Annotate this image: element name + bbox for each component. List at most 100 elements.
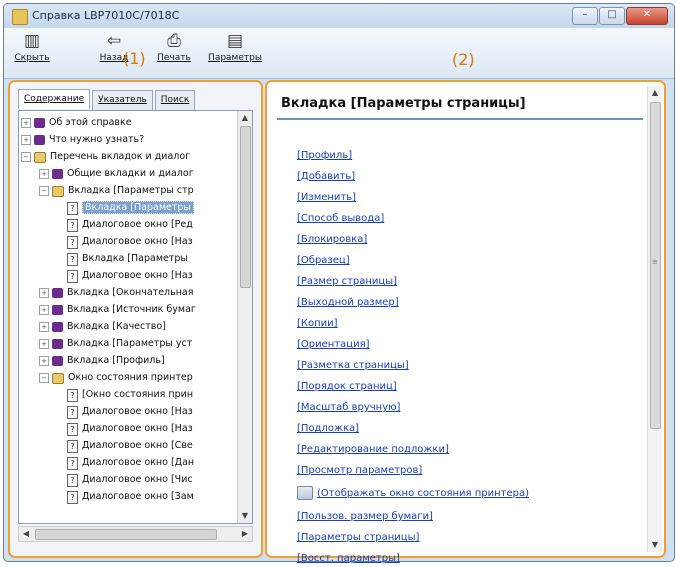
tree-item[interactable]: ? Диалоговое окно [Наз: [67, 421, 193, 437]
tree-item[interactable]: + Вкладка [Окончательная: [39, 285, 193, 301]
scroll-down-icon[interactable]: ▼: [238, 509, 252, 523]
expand-icon[interactable]: +: [39, 305, 49, 315]
scroll-grip-icon: ≡: [652, 258, 658, 266]
help-app-icon: [12, 9, 28, 25]
collapse-icon[interactable]: −: [39, 373, 49, 383]
book-open-icon: [52, 372, 64, 384]
tree-item[interactable]: + Общие вкладки и диалог: [39, 166, 194, 182]
tree-item[interactable]: ? Диалоговое окно [Наз: [67, 268, 193, 284]
scroll-right-icon[interactable]: ▶: [238, 527, 252, 541]
expand-icon[interactable]: +: [39, 288, 49, 298]
topic-link[interactable]: [Копии]: [297, 318, 338, 332]
status-monitor-icon: [297, 486, 313, 500]
hide-button[interactable]: ▥ Скрыть: [14, 32, 50, 63]
tree-item[interactable]: ? [Окно состояния прин: [67, 387, 193, 403]
expand-icon[interactable]: +: [39, 322, 49, 332]
topic-link[interactable]: [Пользов. размер бумаги]: [297, 511, 433, 525]
tree-item[interactable]: ? Диалоговое окно [Све: [67, 438, 193, 454]
topic-link[interactable]: [Добавить]: [297, 171, 355, 185]
topic-link[interactable]: (Отображать окно состояния принтера): [317, 488, 529, 499]
close-button[interactable]: ✕: [626, 7, 668, 25]
collapse-icon[interactable]: −: [39, 186, 49, 196]
tree-item[interactable]: + Вкладка [Качество]: [39, 319, 166, 335]
hide-pane-icon: ▥: [23, 31, 41, 51]
scroll-up-icon[interactable]: ▲: [648, 86, 662, 100]
topic-link[interactable]: [Профиль]: [297, 150, 352, 164]
topic-link[interactable]: [Параметры страницы]: [297, 532, 419, 546]
book-closed-icon: [34, 118, 45, 128]
topic-heading: Вкладка [Параметры страницы]: [277, 92, 643, 120]
tab-search[interactable]: Поиск: [154, 90, 196, 110]
minimize-icon: –: [582, 9, 588, 20]
book-closed-icon: [52, 356, 63, 366]
topic-link[interactable]: [Изменить]: [297, 192, 356, 206]
book-open-icon: [34, 151, 46, 163]
help-page-icon: ?: [67, 235, 78, 249]
expand-icon[interactable]: +: [21, 135, 31, 145]
tree-item[interactable]: ? Диалоговое окно [Ред: [67, 217, 193, 233]
topic-link[interactable]: [Ориентация]: [297, 339, 370, 353]
topic-pane: Вкладка [Параметры страницы] [Профиль] […: [265, 80, 666, 564]
title-bar: Справка LBP7010C/7018C – □ ✕: [4, 4, 674, 28]
tree-item-selected[interactable]: ? Вкладка [Параметры: [67, 200, 194, 216]
options-button[interactable]: ▤ Параметры: [208, 32, 262, 63]
tree-item[interactable]: + Что нужно узнать?: [21, 132, 144, 148]
topic-link[interactable]: [Порядок страниц]: [297, 381, 397, 395]
help-page-icon: ?: [67, 439, 78, 453]
topic-link[interactable]: [Размер страницы]: [297, 276, 397, 290]
scroll-thumb[interactable]: [240, 126, 251, 288]
tab-contents[interactable]: Содержание: [18, 89, 91, 109]
minimize-button[interactable]: –: [572, 7, 598, 25]
topic-link[interactable]: [Выходной размер]: [297, 297, 399, 311]
expand-icon[interactable]: +: [39, 169, 49, 179]
tree-vertical-scrollbar[interactable]: ▲ ▼: [237, 111, 252, 523]
help-page-icon: ?: [67, 456, 78, 470]
collapse-icon[interactable]: −: [21, 152, 31, 162]
help-page-icon: ?: [67, 218, 78, 232]
tree-item[interactable]: ? Вкладка [Параметры: [67, 251, 188, 267]
help-page-icon: ?: [67, 405, 78, 419]
topic-link[interactable]: [Масштаб вручную]: [297, 402, 400, 416]
topic-link[interactable]: [Образец]: [297, 255, 350, 269]
print-button[interactable]: ⎙ Печать: [154, 32, 194, 63]
topic-link[interactable]: [Блокировка]: [297, 234, 367, 248]
topic-link[interactable]: [Подложка]: [297, 423, 359, 437]
contents-tree: + Об этой справке + Что нужно узнать? − Пер…: [18, 110, 253, 524]
tree-item[interactable]: ? Диалоговое окно [Дан: [67, 455, 194, 471]
maximize-icon: □: [607, 9, 617, 20]
callout-2: (2): [452, 50, 475, 69]
topic-link[interactable]: [Способ вывода]: [297, 213, 384, 227]
tree-item[interactable]: + Об этой справке: [21, 115, 132, 131]
book-closed-icon: [52, 339, 63, 349]
expand-icon[interactable]: +: [39, 356, 49, 366]
tab-index[interactable]: Указатель: [92, 90, 153, 110]
book-open-icon: [52, 185, 64, 197]
status-window-link-row[interactable]: (Отображать окно состояния принтера): [297, 486, 529, 504]
tree-item[interactable]: ? Диалоговое окно [Наз: [67, 234, 193, 250]
help-page-icon: ?: [67, 269, 78, 283]
topic-vertical-scrollbar[interactable]: ▲ ≡ ▼: [647, 86, 662, 552]
expand-icon[interactable]: +: [39, 339, 49, 349]
tree-item[interactable]: + Вкладка [Профиль]: [39, 353, 165, 369]
tree-item[interactable]: + Вкладка [Параметры уст: [39, 336, 192, 352]
topic-link[interactable]: [Просмотр параметров]: [297, 465, 422, 479]
tree-item[interactable]: − Вкладка [Параметры стр: [39, 183, 194, 199]
scroll-left-icon[interactable]: ◀: [19, 527, 33, 541]
tree-item[interactable]: − Окно состояния принтер: [39, 370, 193, 386]
tree-item[interactable]: ? Диалоговое окно [Зам: [67, 489, 194, 505]
tree-item[interactable]: ? Диалоговое окно [Наз: [67, 404, 193, 420]
topic-link[interactable]: [Разметка страницы]: [297, 360, 409, 374]
tree-item[interactable]: ? Диалоговое окно [Чис: [67, 472, 193, 488]
scroll-up-icon[interactable]: ▲: [238, 111, 252, 125]
window-title: Справка LBP7010C/7018C: [32, 9, 180, 22]
topic-link[interactable]: [Редактирование подложки]: [297, 444, 449, 458]
tree-horizontal-scrollbar[interactable]: ◀ ▶: [18, 526, 253, 542]
tree-item[interactable]: + Вкладка [Источник бумаг: [39, 302, 196, 318]
scroll-down-icon[interactable]: ▼: [648, 538, 662, 552]
topic-link[interactable]: [Восст. параметры]: [297, 553, 400, 567]
help-page-icon: ?: [67, 473, 78, 487]
scroll-thumb[interactable]: [35, 529, 217, 540]
tree-item[interactable]: − Перечень вкладок и диалог: [21, 149, 190, 165]
expand-icon[interactable]: +: [21, 118, 31, 128]
maximize-button[interactable]: □: [599, 7, 625, 25]
